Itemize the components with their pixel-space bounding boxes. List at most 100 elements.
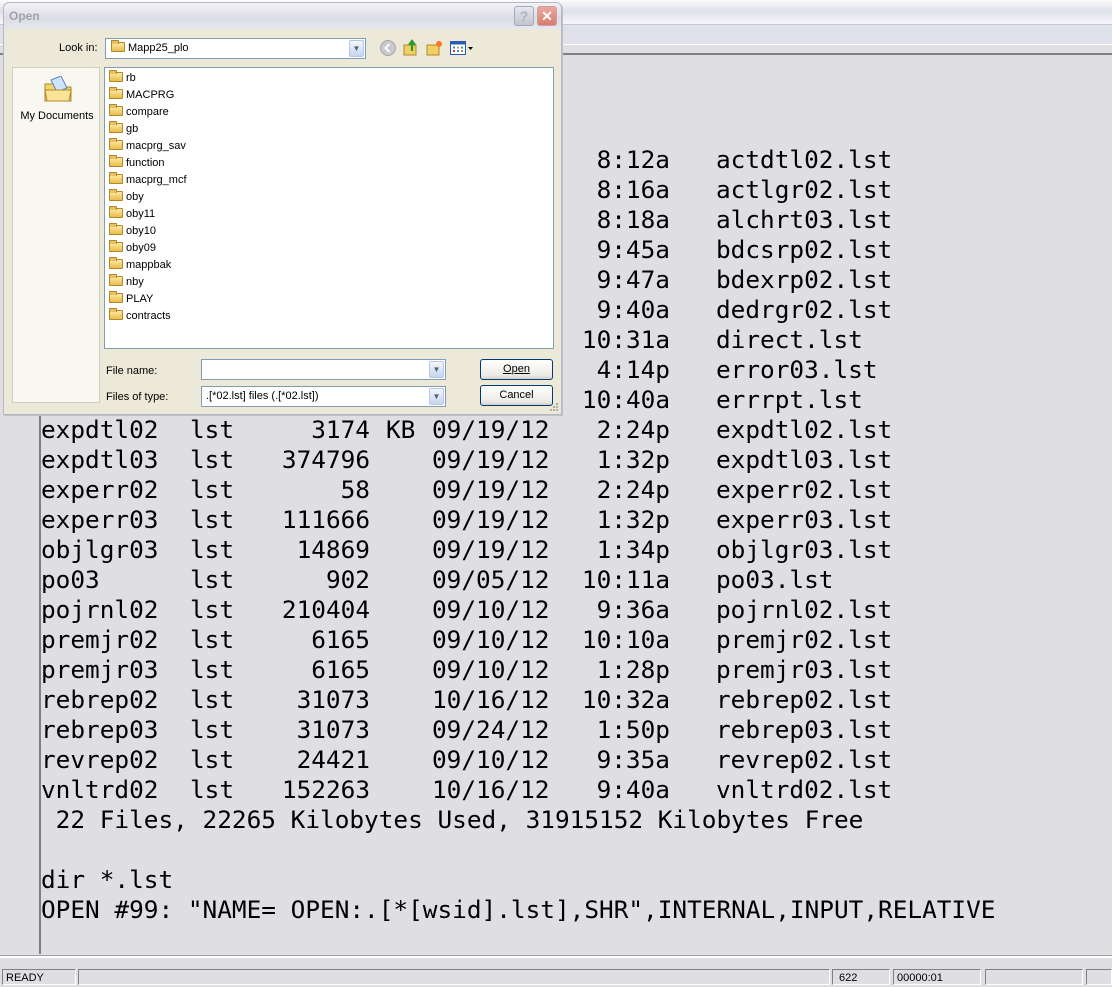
folder-item[interactable]: function	[109, 155, 165, 172]
console-row-filename: expdtl02.lst	[716, 415, 893, 444]
folder-icon	[109, 291, 123, 303]
console-bottom-border	[0, 955, 1112, 958]
status-line: 622	[832, 969, 890, 985]
file-name-input[interactable]: ▼	[201, 359, 446, 380]
folder-item[interactable]: PLAY	[109, 291, 153, 308]
console-row-name: experr03	[41, 505, 159, 534]
console-row-filename: direct.lst	[716, 325, 863, 354]
status-bar: READY 622 00000:01	[0, 967, 1112, 987]
folder-icon	[109, 308, 123, 320]
console-row-size: 6165	[311, 625, 370, 654]
console-row-time: 1:28p	[596, 655, 670, 684]
console-row-size: 58	[340, 475, 370, 504]
console-row-name: pojrnl02	[41, 595, 159, 624]
open-button-label: Open	[503, 363, 530, 375]
console-row-size: 152263	[281, 775, 370, 804]
console-row-time: 9:40a	[596, 295, 670, 324]
files-of-type-dropdown[interactable]: .[*02.lst] files (.[*02.lst]) ▼	[201, 386, 446, 407]
console-row-name: premjr02	[41, 625, 159, 654]
look-in-dropdown[interactable]: Mapp25_plo ▼	[105, 38, 366, 59]
dialog-titlebar[interactable]: Open ? ✕	[4, 3, 561, 29]
folder-icon	[109, 104, 123, 116]
view-menu-icon[interactable]	[449, 39, 475, 57]
folder-label: MACPRG	[126, 89, 175, 101]
console-row-time: 1:32p	[596, 505, 670, 534]
console-row-filename: premjr03.lst	[716, 655, 893, 684]
console-row-date: 09/10/12	[432, 625, 550, 654]
folder-icon	[111, 40, 125, 52]
console-row-size: 210404	[281, 595, 370, 624]
status-message	[78, 969, 830, 985]
place-my-documents[interactable]: My Documents	[13, 68, 99, 128]
console-row-filename: dedrgr02.lst	[716, 295, 893, 324]
console-row-ext: lst	[190, 445, 235, 474]
console-row-date: 09/10/12	[432, 595, 550, 624]
console-row-name: rebrep03	[41, 715, 159, 744]
folder-item[interactable]: MACPRG	[109, 87, 174, 104]
close-button[interactable]: ✕	[537, 6, 557, 26]
console-row-name: expdtl02	[41, 415, 159, 444]
folder-item[interactable]: oby	[109, 189, 144, 206]
folder-item[interactable]: oby09	[109, 240, 156, 257]
up-folder-icon[interactable]	[402, 39, 420, 57]
chevron-down-icon[interactable]: ▼	[349, 40, 364, 57]
console-row-ext: lst	[190, 775, 235, 804]
folder-item[interactable]: oby10	[109, 223, 156, 240]
cancel-button[interactable]: Cancel	[480, 385, 553, 406]
folder-item[interactable]: rb	[109, 70, 136, 87]
console-row-ext: lst	[190, 505, 235, 534]
folder-label: oby09	[126, 242, 156, 254]
console-row-filename: expdtl03.lst	[716, 445, 893, 474]
console-row-filename: alchrt03.lst	[716, 205, 893, 234]
folder-label: oby	[126, 191, 144, 203]
console-row-ext: lst	[190, 655, 235, 684]
console-row-size: 902	[325, 565, 370, 594]
resize-grip-icon[interactable]	[549, 402, 559, 412]
console-row-filename: po03.lst	[716, 565, 834, 594]
console-row-size: 6165	[311, 655, 370, 684]
open-dialog: Open ? ✕ Look in: Mapp25_plo ▼ My Docume…	[3, 2, 562, 415]
console-row-ext: lst	[190, 535, 235, 564]
console-row-filename: rebrep02.lst	[716, 685, 893, 714]
console-row-time: 9:45a	[596, 235, 670, 264]
dialog-body: Look in: Mapp25_plo ▼ My Documents rb MA…	[4, 29, 561, 414]
back-icon[interactable]	[379, 39, 397, 57]
console-row-filename: bdexrp02.lst	[716, 265, 893, 294]
console-row-filename: revrep02.lst	[716, 745, 893, 774]
folder-item[interactable]: gb	[109, 121, 138, 138]
console-row-time: 8:18a	[596, 205, 670, 234]
file-name-label: File name:	[106, 365, 158, 377]
help-button[interactable]: ?	[514, 6, 534, 26]
console-row-name: vnltrd02	[41, 775, 159, 804]
chevron-down-icon[interactable]: ▼	[429, 388, 444, 405]
console-row-filename: vnltrd02.lst	[716, 775, 893, 804]
console-row-name: objlgr03	[41, 535, 159, 564]
console-row-date: 09/19/12	[432, 535, 550, 564]
console-row-time: 9:35a	[596, 745, 670, 774]
folder-item[interactable]: mappbak	[109, 257, 171, 274]
new-folder-icon[interactable]	[425, 39, 443, 57]
folder-label: oby10	[126, 225, 156, 237]
folder-item[interactable]: macprg_sav	[109, 138, 186, 155]
console-row-time: 8:12a	[596, 145, 670, 174]
console-row-filename: rebrep03.lst	[716, 715, 893, 744]
file-list[interactable]: rb MACPRG compare gb macprg_sav function macpr…	[104, 67, 554, 349]
look-in-value: Mapp25_plo	[128, 42, 189, 54]
console-row-time: 2:24p	[596, 415, 670, 444]
folder-label: function	[126, 157, 165, 169]
look-in-label: Look in:	[59, 42, 98, 54]
console-row-filename: bdcsrp02.lst	[716, 235, 893, 264]
folder-item[interactable]: contracts	[109, 308, 171, 325]
folder-item[interactable]: macprg_mcf	[109, 172, 187, 189]
chevron-down-icon[interactable]: ▼	[429, 361, 444, 378]
folder-item[interactable]: compare	[109, 104, 169, 121]
console-row-time: 2:24p	[596, 475, 670, 504]
help-icon: ?	[519, 8, 529, 24]
console-command: dir *.lst	[41, 865, 174, 894]
open-button[interactable]: Open	[480, 359, 553, 380]
console-row-size: 31073	[296, 715, 370, 744]
folder-item[interactable]: nby	[109, 274, 144, 291]
console-row-ext: lst	[190, 745, 235, 774]
console-row-filename: experr03.lst	[716, 505, 893, 534]
folder-item[interactable]: oby11	[109, 206, 155, 223]
